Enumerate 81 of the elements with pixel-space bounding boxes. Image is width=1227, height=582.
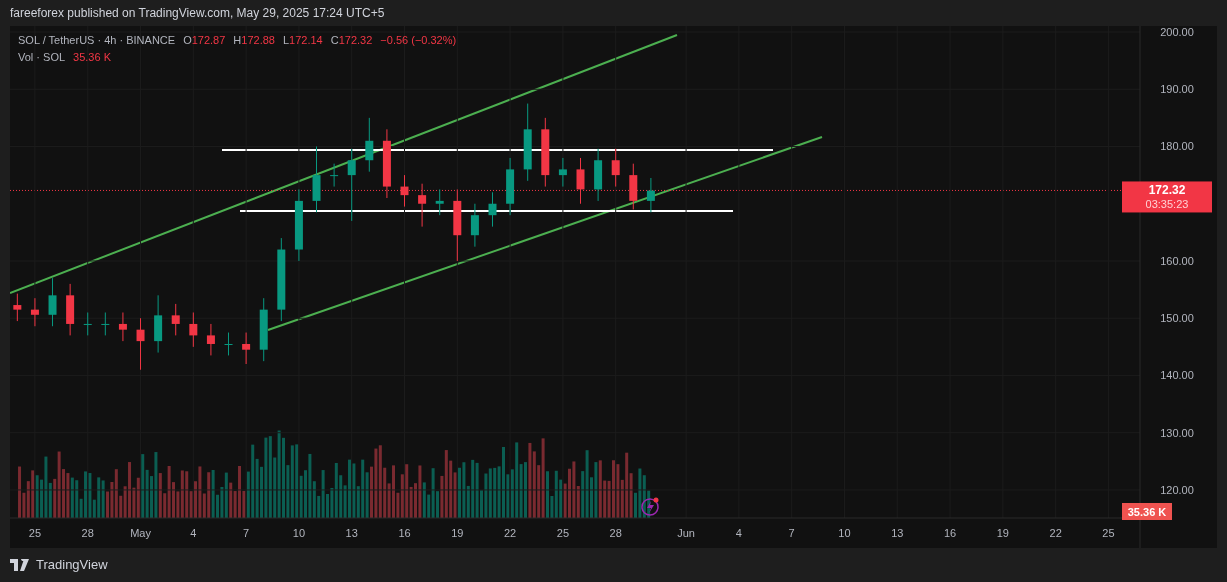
candlestick: [206, 323, 215, 356]
volume-label: 35.36 K: [1122, 503, 1172, 520]
time-axis-label: Jun: [677, 527, 695, 539]
time-axis-label: 19: [996, 527, 1009, 539]
time-axis-label: 25: [1102, 527, 1115, 539]
time-axis-label: 16: [398, 527, 411, 539]
lightning-icon[interactable]: [641, 497, 659, 516]
candlestick: [312, 146, 321, 213]
candlestick: [594, 148, 603, 202]
candlestick: [488, 191, 497, 228]
candlestick: [171, 303, 180, 336]
candlestick: [259, 297, 268, 362]
candlestick: [189, 312, 198, 348]
candlestick: [13, 293, 22, 322]
candlestick: [101, 312, 110, 336]
candlestick: [365, 117, 374, 173]
time-axis-label: 13: [891, 527, 904, 539]
ohlc-label: H: [233, 34, 242, 46]
candlestick: [382, 128, 391, 199]
candlestick: [30, 297, 39, 327]
candlestick: [242, 332, 251, 365]
price-axis-label: 200.00: [1160, 26, 1194, 38]
price-axis-label: 150.00: [1160, 312, 1194, 325]
publish-info: fareeforex published on TradingView.com, May 29, 2025 17:24 UTC+5: [10, 6, 385, 20]
time-axis-label: 16: [943, 527, 957, 539]
price-axis-label: 190.00: [1160, 83, 1194, 96]
time-axis-label: 28: [609, 527, 622, 539]
logo-icon: [10, 559, 30, 571]
time-axis-label: 19: [451, 527, 464, 539]
candlestick: [48, 277, 57, 327]
ohlc-value: 172.88: [241, 34, 275, 46]
trend-line[interactable]: [267, 136, 823, 331]
candlestick: [118, 312, 127, 342]
ohlc-label: O: [183, 34, 192, 46]
ohlc-value: 172.87: [191, 34, 226, 46]
volume-label: Vol · SOL: [18, 50, 66, 65]
candlestick: [83, 312, 92, 336]
candlestick: [558, 157, 567, 188]
time-axis-label: 4: [190, 527, 197, 539]
ohlc-value: 172.14: [289, 34, 323, 46]
ohlc-label: L: [282, 34, 290, 46]
time-axis-label: 22: [1049, 527, 1062, 539]
time-axis-label: 10: [292, 527, 306, 539]
brand-name: TradingView: [36, 556, 108, 575]
time-axis-label: 13: [345, 527, 358, 539]
symbol-info: SOL / TetherUS · 4h · BINANCE: [18, 33, 176, 48]
price-axis-label: 140.00: [1160, 369, 1194, 382]
candlestick: [470, 203, 479, 248]
candlestick: [435, 188, 444, 216]
time-axis-label: 7: [243, 527, 250, 539]
price-axis-label: 130.00: [1160, 426, 1194, 439]
time-axis-label: 10: [838, 527, 851, 539]
candlestick: [611, 148, 620, 188]
candlestick: [629, 163, 638, 210]
candlestick: [418, 183, 427, 228]
time-axis-label: 22: [504, 527, 517, 539]
price-axis-label: 160.00: [1160, 255, 1194, 267]
time-axis-label: 25: [556, 527, 570, 539]
candlestick: [576, 157, 585, 205]
volume-value: 35.36 K: [73, 50, 111, 65]
trend-line[interactable]: [10, 34, 678, 294]
candlestick: [154, 294, 163, 354]
time-axis-label: 7: [788, 527, 795, 539]
time-axis-label: 28: [81, 527, 94, 539]
time-axis-label: 25: [28, 527, 42, 539]
last-price-label: 172.32 03:35:23: [1122, 181, 1212, 213]
candlestick: [541, 117, 550, 188]
candlestick: [66, 283, 75, 336]
candlestick: [400, 174, 409, 208]
candlestick: [646, 177, 655, 213]
time-axis-label: May: [130, 527, 151, 539]
candlestick: [136, 317, 145, 371]
candlestick: [330, 163, 339, 188]
time-axis-label: 4: [735, 527, 742, 539]
candlestick: [506, 157, 515, 216]
price-axis-label: 120.00: [1160, 483, 1194, 496]
price-change: −0.56 (−0.32%): [380, 33, 457, 48]
price-axis-label: 180.00: [1160, 140, 1194, 153]
candlestick: [224, 332, 233, 356]
ohlc-value: 172.32: [338, 34, 373, 46]
ohlc-label: C: [330, 34, 339, 46]
